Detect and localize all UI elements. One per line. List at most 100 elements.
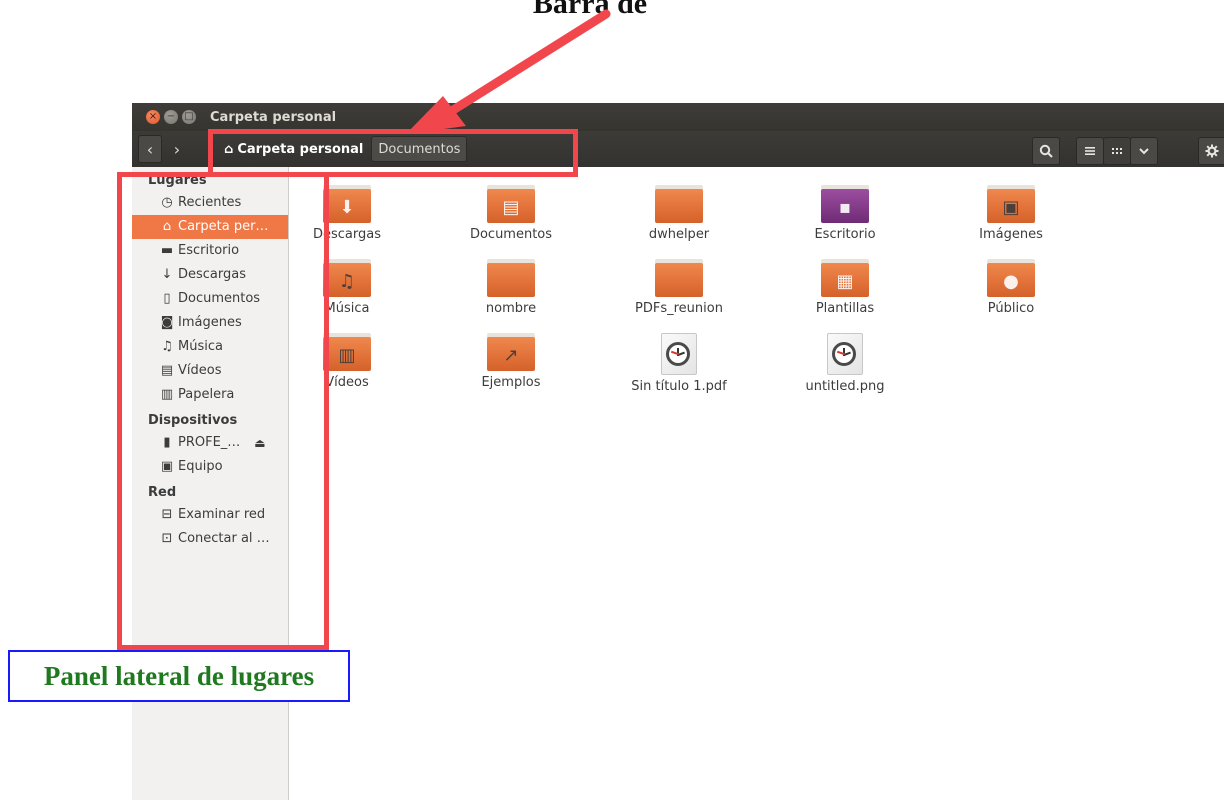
navigation-bar-annotation-label: Barra de navegación xyxy=(532,0,648,20)
folder-icon: ▤ xyxy=(487,185,535,223)
grid-view-button[interactable] xyxy=(1103,137,1131,165)
path-crumb-label: Carpeta personal xyxy=(237,141,364,157)
path-crumb-documentos[interactable]: Documentos xyxy=(371,136,468,162)
trash-icon: ▥ xyxy=(160,387,174,402)
sidebar-item-label: Equipo xyxy=(178,459,223,474)
folder-item[interactable]: ▤ Documentos xyxy=(451,185,571,255)
sidebar-annotation-label: Panel lateral de lugares xyxy=(8,650,350,702)
folder-item[interactable]: ▣ Imágenes xyxy=(951,185,1071,255)
file-name-label: PDFs_reunion xyxy=(635,301,723,316)
close-window-button[interactable]: × xyxy=(146,110,160,124)
file-name-label: Documentos xyxy=(469,227,553,242)
back-button[interactable]: ‹ xyxy=(138,135,162,163)
sidebar-item-videos[interactable]: ▤ Vídeos xyxy=(132,359,288,383)
view-options-button[interactable] xyxy=(1130,137,1158,165)
list-view-button[interactable] xyxy=(1076,137,1104,165)
file-name-label: Sin título 1.pdf xyxy=(631,379,727,394)
folder-icon: ▣ xyxy=(987,185,1035,223)
folder-item[interactable]: PDFs_reunion xyxy=(619,259,739,329)
sidebar-item-carpeta-personal[interactable]: ⌂ Carpeta per… xyxy=(132,215,288,239)
clock-icon: ◷ xyxy=(161,195,173,210)
file-name-label: Escritorio xyxy=(814,227,876,242)
gear-icon xyxy=(1205,144,1219,158)
desktop-folder-icon: ▬ xyxy=(160,243,174,258)
file-name-label: Imágenes xyxy=(979,227,1043,242)
file-name-label: untitled.png xyxy=(805,379,885,394)
sidebar-item-imagenes[interactable]: ◙ Imágenes xyxy=(132,311,288,335)
sidebar-item-examinar-red[interactable]: ⊟ Examinar red xyxy=(132,503,288,527)
sidebar-item-equipo[interactable]: ▣ Equipo xyxy=(132,455,288,479)
sidebar-item-musica[interactable]: ♫ Música xyxy=(132,335,288,359)
folder-item[interactable]: ▥ Vídeos xyxy=(287,333,407,403)
file-view: ⬇ Descargas ▤ Documentos dwhelper ▪ Escritorio… xyxy=(289,167,1224,800)
sidebar-section-title: Red xyxy=(148,485,177,500)
folder-icon: ▪ xyxy=(821,185,869,223)
minimize-window-button[interactable]: − xyxy=(164,110,178,124)
path-bar: ⌂ Carpeta personal Documentos xyxy=(216,135,468,163)
sidebar-item-label: Documentos xyxy=(178,291,261,306)
path-crumb-home[interactable]: ⌂ Carpeta personal xyxy=(216,137,369,161)
folder-icon xyxy=(487,259,535,297)
settings-button[interactable] xyxy=(1198,137,1224,165)
home-icon: ⌂ xyxy=(162,219,172,234)
file-name-label: Plantillas xyxy=(815,301,875,316)
title-bar: × − □ Carpeta personal xyxy=(132,103,1224,131)
file-item[interactable]: Sin título 1.pdf xyxy=(619,333,739,403)
sidebar-item-label: Conectar al … xyxy=(178,531,270,546)
search-button[interactable] xyxy=(1032,137,1060,165)
sidebar-item-label: Vídeos xyxy=(178,363,222,378)
folder-item[interactable]: ⬇ Descargas xyxy=(287,185,407,255)
sidebar-item-label: Música xyxy=(178,339,223,354)
sidebar-item-recientes[interactable]: ◷ Recientes xyxy=(132,191,288,215)
network-icon: ⊟ xyxy=(161,507,173,522)
folder-item[interactable]: ● Público xyxy=(951,259,1071,329)
file-name-label: nombre xyxy=(485,301,537,316)
folder-icon: ● xyxy=(987,259,1035,297)
sidebar-item-label: Escritorio xyxy=(178,243,240,258)
sidebar-item-label: Carpeta per… xyxy=(178,219,269,234)
folder-item[interactable]: ▪ Escritorio xyxy=(785,185,905,255)
sidebar-item-conectar-servidor[interactable]: ⊡ Conectar al … xyxy=(132,527,288,551)
places-sidebar: Lugares ◷ Recientes ⌂ Carpeta per… ▬ Esc… xyxy=(132,167,289,800)
file-name-label: Vídeos xyxy=(325,375,369,390)
camera-icon: ◙ xyxy=(160,315,174,330)
chevron-down-icon xyxy=(1139,148,1149,155)
folder-item[interactable]: ↗ Ejemplos xyxy=(451,333,571,403)
grid-icon xyxy=(1112,148,1122,154)
folder-item[interactable]: nombre xyxy=(451,259,571,329)
home-icon: ⌂ xyxy=(224,141,234,157)
window-title: Carpeta personal xyxy=(210,109,337,125)
folder-item[interactable]: ▦ Plantillas xyxy=(785,259,905,329)
sidebar-item-papelera[interactable]: ▥ Papelera xyxy=(132,383,288,407)
file-name-label: dwhelper xyxy=(648,227,710,242)
forward-button[interactable]: › xyxy=(166,136,188,162)
music-icon: ♫ xyxy=(161,339,173,354)
list-icon xyxy=(1085,147,1095,155)
file-name-label: Público xyxy=(987,301,1035,316)
sidebar-item-escritorio[interactable]: ▬ Escritorio xyxy=(132,239,288,263)
folder-item[interactable]: ♫ Música xyxy=(287,259,407,329)
document-icon: ▯ xyxy=(163,291,171,306)
usb-icon: ▮ xyxy=(163,435,171,450)
file-name-label: Descargas xyxy=(312,227,381,242)
folder-icon: ↗ xyxy=(487,333,535,371)
sidebar-item-label: Imágenes xyxy=(178,315,242,330)
folder-icon: ▦ xyxy=(821,259,869,297)
folder-item[interactable]: dwhelper xyxy=(619,185,739,255)
eject-icon[interactable]: ⏏ xyxy=(254,431,265,455)
sidebar-item-usb-drive[interactable]: ▮ PROFE_… ⏏ xyxy=(132,431,288,455)
maximize-window-button[interactable]: □ xyxy=(182,110,196,124)
sidebar-section-title: Dispositivos xyxy=(148,413,238,428)
folder-icon: ⬇ xyxy=(323,185,371,223)
file-name-label: Música xyxy=(324,301,370,316)
sidebar-item-label: Recientes xyxy=(178,195,242,210)
folder-icon: ♫ xyxy=(323,259,371,297)
file-item[interactable]: untitled.png xyxy=(785,333,905,403)
sidebar-item-descargas[interactable]: ↓ Descargas xyxy=(132,263,288,287)
sidebar-item-documentos[interactable]: ▯ Documentos xyxy=(132,287,288,311)
file-name-label: Ejemplos xyxy=(481,375,541,390)
folder-icon xyxy=(655,185,703,223)
computer-icon: ▣ xyxy=(160,459,174,474)
clock-file-icon xyxy=(661,333,697,375)
sidebar-item-label: Examinar red xyxy=(178,507,266,522)
